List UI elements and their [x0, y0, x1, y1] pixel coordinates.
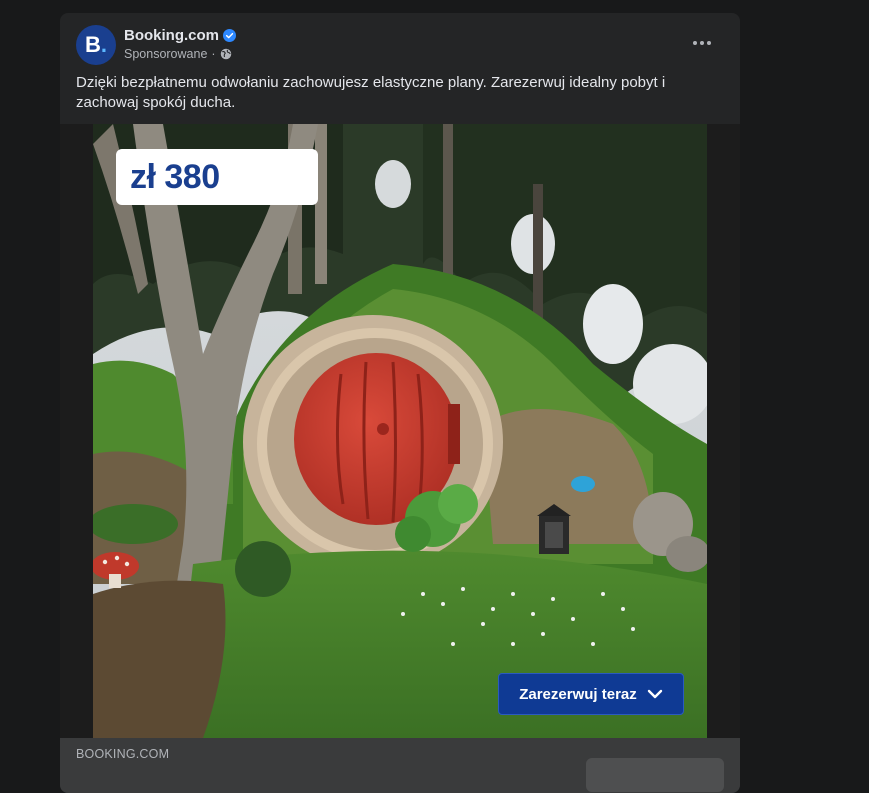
photo-illustration: [93, 124, 707, 738]
book-now-button[interactable]: Zarezerwuj teraz: [498, 673, 684, 715]
book-now-label: Zarezerwuj teraz: [519, 685, 637, 703]
sponsored-post: B. Booking.com Sponsorowane · Dzięki bez…: [60, 13, 740, 793]
verified-badge-icon: [223, 29, 237, 42]
avatar-dot: .: [100, 32, 107, 57]
meta-separator: ·: [211, 47, 216, 61]
post-header: B. Booking.com Sponsorowane ·: [76, 25, 728, 67]
post-meta: Sponsorowane ·: [124, 47, 232, 61]
post-text: Dzięki bezpłatnemu odwołaniu zachowujesz…: [76, 74, 666, 111]
page-name-row: Booking.com: [124, 27, 237, 44]
sponsored-label[interactable]: Sponsorowane: [124, 47, 207, 61]
globe-icon: [220, 48, 231, 60]
chevron-down-icon: [647, 689, 662, 699]
price-tag: zł 380: [116, 149, 318, 205]
ad-photo-hobbit-door[interactable]: zł 380 Zarezerwuj teraz: [93, 124, 707, 738]
link-footer[interactable]: BOOKING.COM: [60, 738, 740, 793]
more-options-icon[interactable]: [688, 33, 716, 53]
avatar[interactable]: B.: [76, 25, 116, 65]
link-domain: BOOKING.COM: [76, 747, 170, 761]
avatar-letter: B: [84, 32, 101, 57]
ad-media[interactable]: zł 380 Zarezerwuj teraz: [60, 124, 740, 738]
footer-action-button[interactable]: [586, 758, 724, 792]
page-name[interactable]: Booking.com: [124, 27, 219, 44]
